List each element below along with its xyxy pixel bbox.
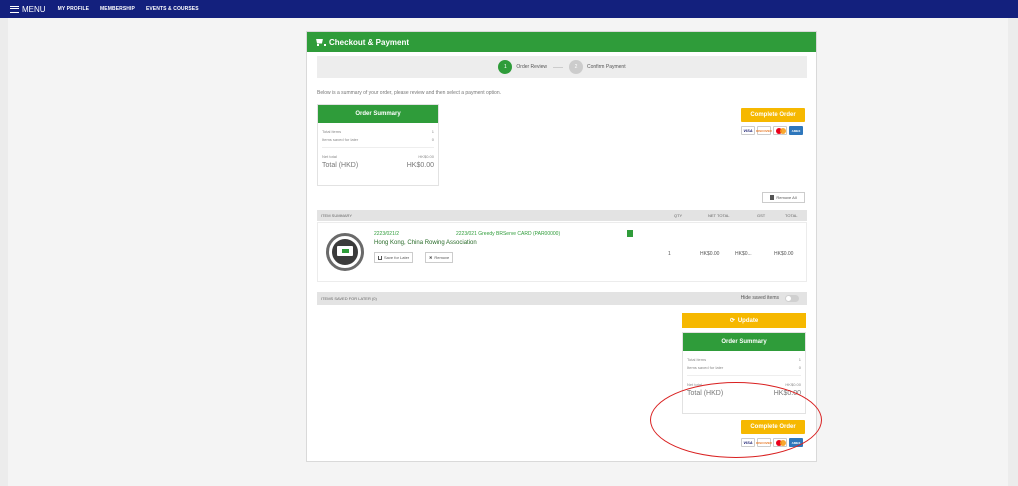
hide-saved-toggle[interactable] [785,295,799,302]
hamburger-icon [10,5,19,13]
item-net-total: HK$0.00 [700,251,720,257]
saved-items-bar: ITEMS SAVED FOR LATER (0) Hide saved ite… [317,292,807,305]
step-label: Confirm Payment [586,64,626,70]
summary-label: Items saved for later [687,364,724,370]
header-qty: QTY [674,213,683,218]
menu-label: MENU [22,4,46,14]
refresh-icon: ⟳ [729,318,735,324]
step-divider [552,66,563,68]
step-order-review[interactable]: 1 Order Review [498,60,547,74]
item-gst: HK$0... [735,251,752,257]
summary-row-net-total: Net total HK$0.00 [318,152,438,160]
summary-label: Net total [322,153,337,159]
trash-icon[interactable] [627,230,633,237]
step-number: 2 [568,60,583,74]
nav-events-courses[interactable]: EVENTS & COURSES [146,6,199,12]
summary-label: Total items [687,356,707,362]
payment-cards-top: VISA DISCOVER AMEX [741,126,803,135]
summary-row-total-items: Total items 1 [683,355,805,363]
summary-row-total-items: Total items 1 [318,127,438,135]
cart-icon [315,39,326,46]
summary-total-value: HK$0.00 [406,162,434,169]
save-label: Save for Later [384,255,410,260]
saved-items-label: ITEMS SAVED FOR LATER (0) [321,296,377,301]
item-qty: 1 [668,251,671,257]
annotation-ellipse [650,382,822,458]
update-button[interactable]: ⟳ Update [682,313,806,328]
cart-item-row: 2223/021/2 2223/021 Greedy BRServe CARD … [317,222,807,282]
summary-value: 1 [431,128,434,134]
header-net-total: NET TOTAL [708,213,730,218]
close-icon: ✖ [429,255,433,260]
panel-header: Checkout & Payment [307,32,816,52]
step-label: Order Review [516,64,547,70]
mastercard-icon [773,126,787,135]
trash-icon [770,195,775,200]
step-confirm-payment[interactable]: 2 Confirm Payment [568,60,626,74]
order-summary-title: Order Summary [318,105,438,123]
download-icon [378,255,382,260]
remove-all-button[interactable]: Remove All [762,192,805,203]
remove-all-label: Remove All [776,195,797,200]
summary-value: 0 [431,136,434,142]
top-nav: MENU MY PROFILE MEMBERSHIP EVENTS & COUR… [0,0,1018,18]
remove-item-button[interactable]: ✖ Remove [425,252,454,263]
summary-row-total: Total (HKD) HK$0.00 [318,160,438,171]
nav-my-profile[interactable]: MY PROFILE [58,6,89,12]
product-image [326,233,364,271]
summary-label: Items saved for later [322,136,359,142]
hide-saved-label: Hide saved items [740,295,779,301]
summary-value: HK$0.00 [418,153,434,159]
step-number: 1 [498,60,513,74]
panel-title: Checkout & Payment [329,37,410,47]
summary-total-label: Total (HKD) [322,162,359,169]
item-organisation: Hong Kong, China Rowing Association [374,240,477,246]
menu-button[interactable]: MENU [10,5,46,14]
items-header: ITEM SUMMARY QTY NET TOTAL GST TOTAL [317,210,807,221]
item-total: HK$0.00 [774,251,794,257]
update-label: Update [737,317,759,324]
item-code-link[interactable]: 2223/021/2 [374,231,399,237]
header-item-summary: ITEM SUMMARY [321,213,353,218]
summary-row-saved-items: Items saved for later 0 [318,135,438,143]
summary-row-saved-items: Items saved for later 0 [683,363,805,371]
visa-icon: VISA [741,126,755,135]
item-description-link[interactable]: 2223/021 Greedy BRServe CARD (PAR00000) [456,231,560,237]
discover-icon: DISCOVER [756,126,772,135]
summary-value: HK$0.00 [785,381,801,387]
header-total: TOTAL [785,213,798,218]
order-summary-top: Order Summary Total items 1 Items saved … [317,104,439,186]
summary-value: 0 [798,364,801,370]
header-gst: GST [757,213,766,218]
intro-text: Below is a summary of your order, please… [317,90,501,96]
order-summary-title: Order Summary [683,333,805,351]
summary-label: Total items [322,128,342,134]
remove-label: Remove [434,255,450,260]
save-for-later-button[interactable]: Save for Later [374,252,414,263]
amex-icon: AMEX [789,126,803,135]
nav-membership[interactable]: MEMBERSHIP [100,6,135,12]
complete-order-button-top[interactable]: Complete Order [741,108,805,122]
summary-value: 1 [798,356,801,362]
checkout-steps: 1 Order Review 2 Confirm Payment [317,56,807,78]
